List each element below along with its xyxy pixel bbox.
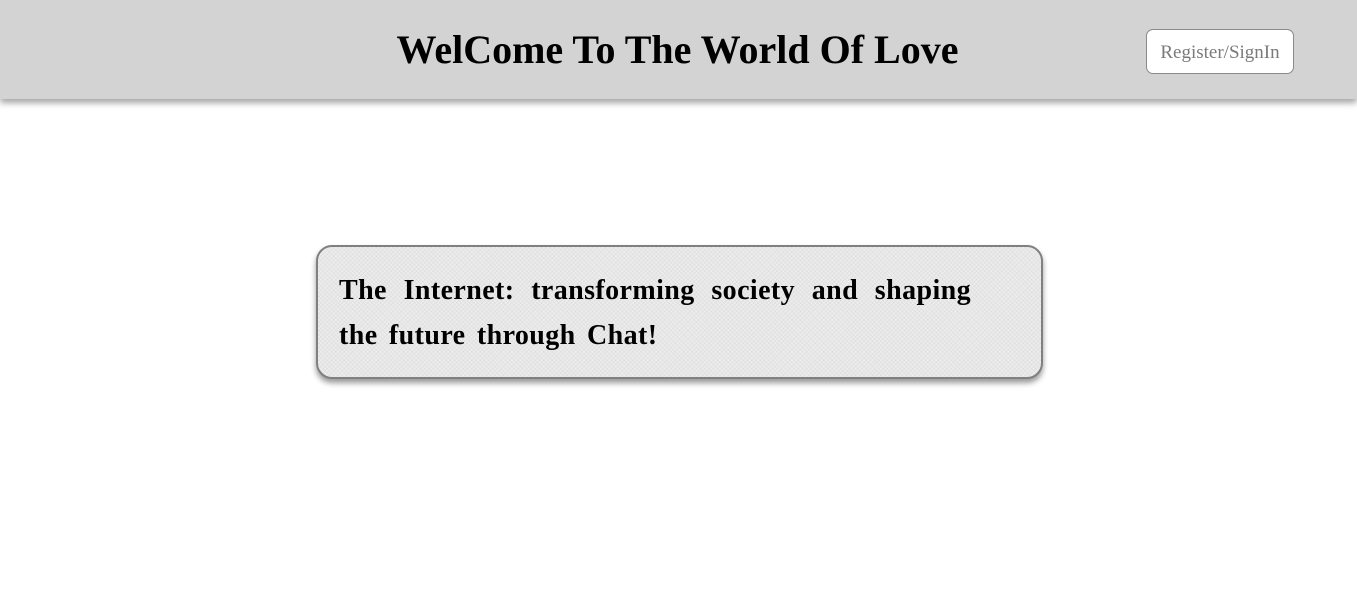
tagline-text: The Internet: transforming society and s… (339, 275, 971, 351)
tagline-card: The Internet: transforming society and s… (316, 245, 1043, 379)
register-signin-button[interactable]: Register/SignIn (1146, 29, 1294, 74)
site-header: WelCome To The World Of Love Register/Si… (0, 0, 1357, 99)
